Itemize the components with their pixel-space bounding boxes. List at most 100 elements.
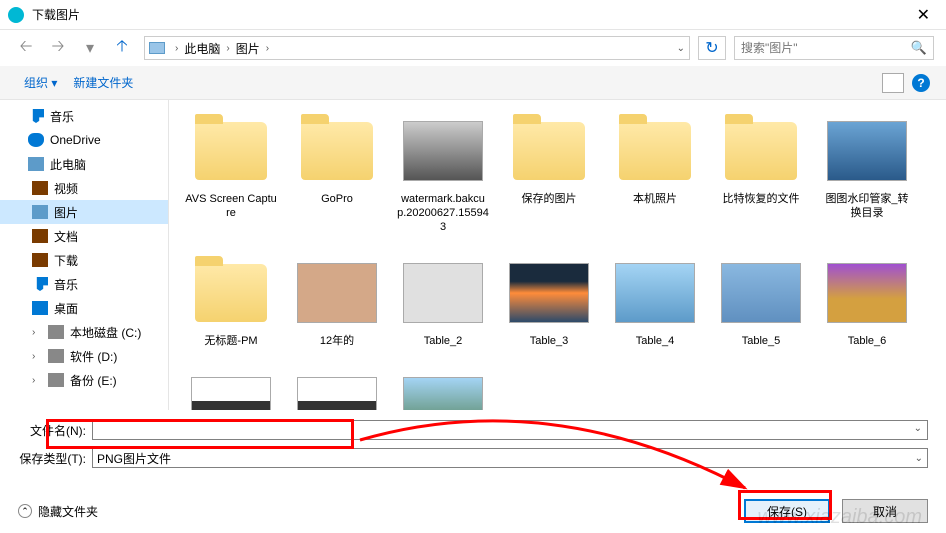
breadcrumb-item[interactable]: 图片 — [234, 40, 262, 57]
filename-dropdown[interactable]: ⌄ — [914, 423, 922, 434]
sidebar-item-label: 桌面 — [54, 300, 78, 317]
sidebar-item-desk[interactable]: 桌面 — [0, 296, 168, 320]
search-icon: 🔍 — [911, 40, 927, 56]
file-name: Table_2 — [424, 334, 463, 348]
desk-icon — [32, 301, 48, 315]
chevron-right-icon: › — [171, 43, 182, 54]
filetype-select[interactable]: PNG图片文件 ⌄ — [92, 448, 928, 468]
file-name: 保存的图片 — [522, 192, 577, 206]
folder-icon — [619, 122, 691, 180]
expand-icon: › — [32, 375, 42, 386]
organize-button[interactable]: 组织 ▾ — [16, 70, 65, 95]
recent-dropdown[interactable]: ▾ — [76, 36, 104, 60]
music-icon — [32, 277, 48, 291]
navbar: 🡠 🡢 ▾ 🡡 › 此电脑 › 图片 › ⌄ ↻ 🔍 — [0, 30, 946, 66]
titlebar: 下载图片 ✕ — [0, 0, 946, 30]
breadcrumb-dropdown[interactable]: ⌄ — [677, 43, 685, 54]
sidebar-item-video[interactable]: 视频 — [0, 176, 168, 200]
image-thumbnail — [509, 263, 589, 323]
sidebar-item-label: 备份 (E:) — [70, 372, 117, 389]
footer: ⌃ 隐藏文件夹 保存(S) 取消 — [0, 489, 946, 533]
main-area: 音乐OneDrive此电脑视频图片文档下载音乐桌面›本地磁盘 (C:)›软件 (… — [0, 100, 946, 410]
location-icon — [149, 42, 165, 54]
file-item[interactable]: 无标题-PM — [185, 254, 277, 348]
sidebar-item-disk[interactable]: › 备份 (E:) — [0, 368, 168, 392]
sidebar-item-label: 音乐 — [50, 108, 74, 125]
folder-icon — [725, 122, 797, 180]
video-icon — [32, 181, 48, 195]
help-icon[interactable]: ? — [912, 74, 930, 92]
file-item[interactable]: Table_6 — [821, 254, 913, 348]
file-item[interactable]: Table_3 — [503, 254, 595, 348]
filetype-value: PNG图片文件 — [97, 450, 171, 467]
file-name: Table_3 — [530, 334, 569, 348]
cancel-button[interactable]: 取消 — [842, 499, 928, 523]
sidebar-item-disk[interactable]: ›本地磁盘 (C:) — [0, 320, 168, 344]
folder-icon — [195, 264, 267, 322]
expand-icon: ⌃ — [18, 504, 32, 518]
sidebar-item-pic[interactable]: 图片 — [0, 200, 168, 224]
image-thumbnail — [403, 121, 483, 181]
sidebar-item-label: 软件 (D:) — [70, 348, 117, 365]
sidebar-item-pc[interactable]: 此电脑 — [0, 152, 168, 176]
image-thumbnail — [615, 263, 695, 323]
sidebar-item-label: 本地磁盘 (C:) — [70, 324, 141, 341]
file-item[interactable]: GoPro — [291, 112, 383, 234]
form-area: 文件名(N): ⌄ 保存类型(T): PNG图片文件 ⌄ — [0, 410, 946, 486]
file-name: 无标题-PM — [204, 334, 257, 348]
sidebar-item-dl[interactable]: 下载 — [0, 248, 168, 272]
file-item[interactable]: 保存的图片 — [503, 112, 595, 234]
image-thumbnail — [297, 377, 377, 410]
sidebar-item-onedrive[interactable]: OneDrive — [0, 128, 168, 152]
filename-label: 文件名(N): — [10, 422, 92, 439]
back-button[interactable]: 🡠 — [12, 36, 40, 60]
file-name: 12年的 — [320, 334, 354, 348]
hide-folders-toggle[interactable]: ⌃ 隐藏文件夹 — [18, 503, 98, 520]
file-item[interactable]: Table_4 — [609, 254, 701, 348]
image-thumbnail — [721, 263, 801, 323]
file-item[interactable]: 图图水印管家_转换目录 — [821, 112, 913, 234]
search-input[interactable] — [741, 41, 911, 55]
file-item[interactable]: Table_2 — [397, 254, 489, 348]
sidebar-item-doc[interactable]: 文档 — [0, 224, 168, 248]
refresh-button[interactable]: ↻ — [698, 36, 726, 60]
sidebar-item-label: 音乐 — [54, 276, 78, 293]
sidebar-item-music[interactable]: 音乐 — [0, 272, 168, 296]
window-title: 下载图片 — [32, 6, 909, 23]
file-item[interactable]: 比特恢复的文件 — [715, 112, 807, 234]
file-item[interactable]: 本机照片 — [609, 112, 701, 234]
image-thumbnail — [827, 263, 907, 323]
file-name: Table_5 — [742, 334, 781, 348]
file-item[interactable]: AVS Screen Capture — [185, 112, 277, 234]
view-mode-button[interactable] — [882, 73, 904, 93]
pic-icon — [32, 205, 48, 219]
sidebar-item-disk[interactable]: ›软件 (D:) — [0, 344, 168, 368]
breadcrumb-item[interactable]: 此电脑 — [182, 40, 222, 57]
folder-icon — [301, 122, 373, 180]
search-box[interactable]: 🔍 — [734, 36, 934, 60]
sidebar-item-label: 此电脑 — [50, 156, 86, 173]
sidebar-item-label: 文档 — [54, 228, 78, 245]
sidebar-item-label: OneDrive — [50, 133, 101, 147]
close-button[interactable]: ✕ — [909, 5, 938, 25]
sidebar-item-music[interactable]: 音乐 — [0, 104, 168, 128]
file-item[interactable]: 12年的 — [291, 254, 383, 348]
file-item[interactable] — [185, 368, 277, 410]
image-thumbnail — [403, 377, 483, 410]
breadcrumb[interactable]: › 此电脑 › 图片 › ⌄ — [144, 36, 690, 60]
filename-input[interactable] — [92, 420, 928, 440]
file-item[interactable]: watermark.bakcup.20200627.155943 — [397, 112, 489, 234]
onedrive-icon — [28, 133, 44, 147]
up-button[interactable]: 🡡 — [108, 36, 136, 60]
file-name: 图图水印管家_转换目录 — [821, 192, 913, 220]
save-button[interactable]: 保存(S) — [744, 499, 830, 523]
disk-icon — [48, 373, 64, 387]
doc-icon — [32, 229, 48, 243]
sidebar-item-label: 视频 — [54, 180, 78, 197]
file-grid-area[interactable]: AVS Screen CaptureGoProwatermark.bakcup.… — [169, 100, 946, 410]
app-icon — [8, 7, 24, 23]
file-item[interactable] — [291, 368, 383, 410]
file-item[interactable] — [397, 368, 489, 410]
new-folder-button[interactable]: 新建文件夹 — [65, 70, 141, 95]
file-item[interactable]: Table_5 — [715, 254, 807, 348]
